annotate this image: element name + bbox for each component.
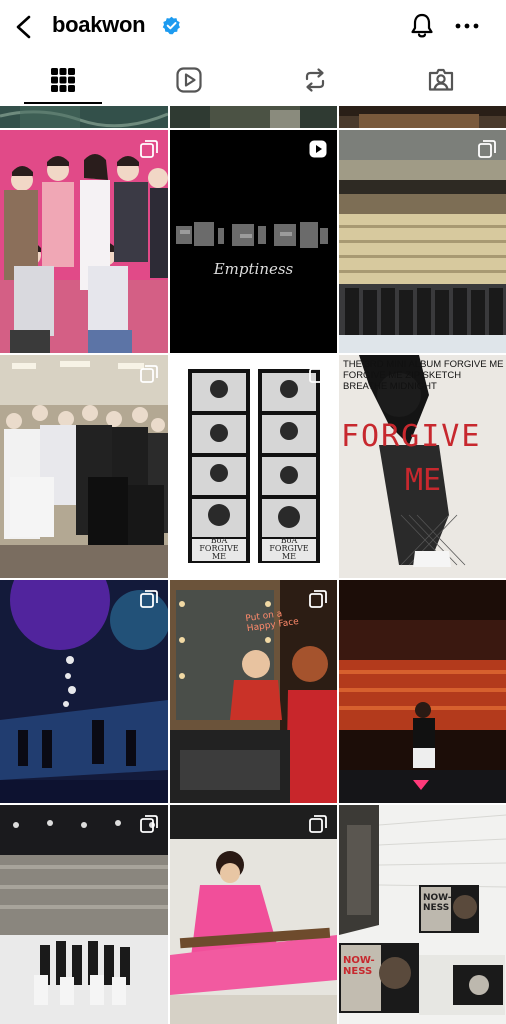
- billboard-text-upper: NOW-NESS: [423, 893, 452, 913]
- bell-icon[interactable]: [409, 12, 435, 40]
- poster-headline: FORGIVE: [341, 419, 482, 454]
- profile-tabs: [0, 54, 506, 107]
- verified-badge-icon: [162, 16, 180, 35]
- tab-posts-grid[interactable]: [0, 54, 126, 106]
- grid-icon: [51, 68, 75, 92]
- post-nowness-billboards[interactable]: NOW-NESS NOW-NESS: [339, 805, 506, 1024]
- post-partial-1[interactable]: [0, 106, 168, 128]
- chevron-left-icon[interactable]: [12, 14, 36, 40]
- carousel-icon: [309, 365, 327, 383]
- profile-username: boakwon: [52, 12, 146, 37]
- post-partial-3[interactable]: [339, 106, 506, 128]
- tagged-user-icon: [428, 68, 454, 91]
- repost-icon: [305, 68, 325, 92]
- tab-reels[interactable]: [126, 54, 252, 106]
- active-tab-indicator: [24, 102, 102, 104]
- poster-line: FORGIVE ME ZIP SKETCH: [343, 370, 462, 381]
- carousel-icon: [140, 590, 158, 608]
- photo-strip-label-right: BoA FORGIVE ME: [262, 537, 316, 561]
- carousel-icon: [140, 815, 158, 833]
- profile-header: boakwon: [0, 0, 506, 54]
- post-concert-hall-crowd[interactable]: [339, 130, 506, 353]
- post-emptiness-reel[interactable]: Emptiness: [170, 130, 337, 353]
- carousel-icon: [309, 815, 327, 833]
- poster-tracklist: THE 3RD MINI ALBUM FORGIVE ME FORGIVE ME…: [343, 359, 506, 392]
- strip-me-label: ME: [281, 552, 297, 561]
- post-photo-strips[interactable]: BoA FORGIVE ME BoA FORGIVE ME: [170, 355, 337, 578]
- strip-me-label: ME: [211, 552, 227, 561]
- billboard-text-lower: NOW-NESS: [343, 955, 375, 977]
- poster-line: THE 3RD MINI ALBUM FORGIVE ME: [343, 359, 504, 370]
- poster-me: ME: [405, 463, 442, 498]
- post-partial-2[interactable]: [170, 106, 337, 128]
- post-forgive-me-poster[interactable]: THE 3RD MINI ALBUM FORGIVE ME FORGIVE ME…: [339, 355, 506, 578]
- post-group-photo-pink[interactable]: [0, 130, 168, 353]
- reel-play-icon: [309, 140, 327, 158]
- poster-line: BREATHE MIDNIGHT: [343, 381, 437, 392]
- emptiness-title: Emptiness: [213, 260, 294, 278]
- post-hanbok-gayageum[interactable]: [170, 805, 337, 1024]
- tab-tagged[interactable]: [378, 54, 504, 106]
- post-stage-performance-blue[interactable]: [0, 580, 168, 803]
- posts-grid: Emptiness BoA FORGIVE ME BoA FORGIVE ME …: [0, 106, 506, 1024]
- post-stage-crowd-group[interactable]: [0, 805, 168, 1024]
- carousel-icon: [309, 590, 327, 608]
- photo-strip-label-left: BoA FORGIVE ME: [192, 537, 246, 561]
- carousel-icon: [140, 365, 158, 383]
- carousel-icon: [140, 140, 158, 158]
- post-mirror-makeup[interactable]: Put on a Happy Face: [170, 580, 337, 803]
- more-options-icon[interactable]: [454, 16, 480, 36]
- tab-reposts[interactable]: [252, 54, 378, 106]
- post-group-photo-backstage[interactable]: [0, 355, 168, 578]
- post-arena-crowd-red[interactable]: [339, 580, 506, 803]
- carousel-icon: [478, 140, 496, 158]
- reels-icon: [176, 67, 202, 93]
